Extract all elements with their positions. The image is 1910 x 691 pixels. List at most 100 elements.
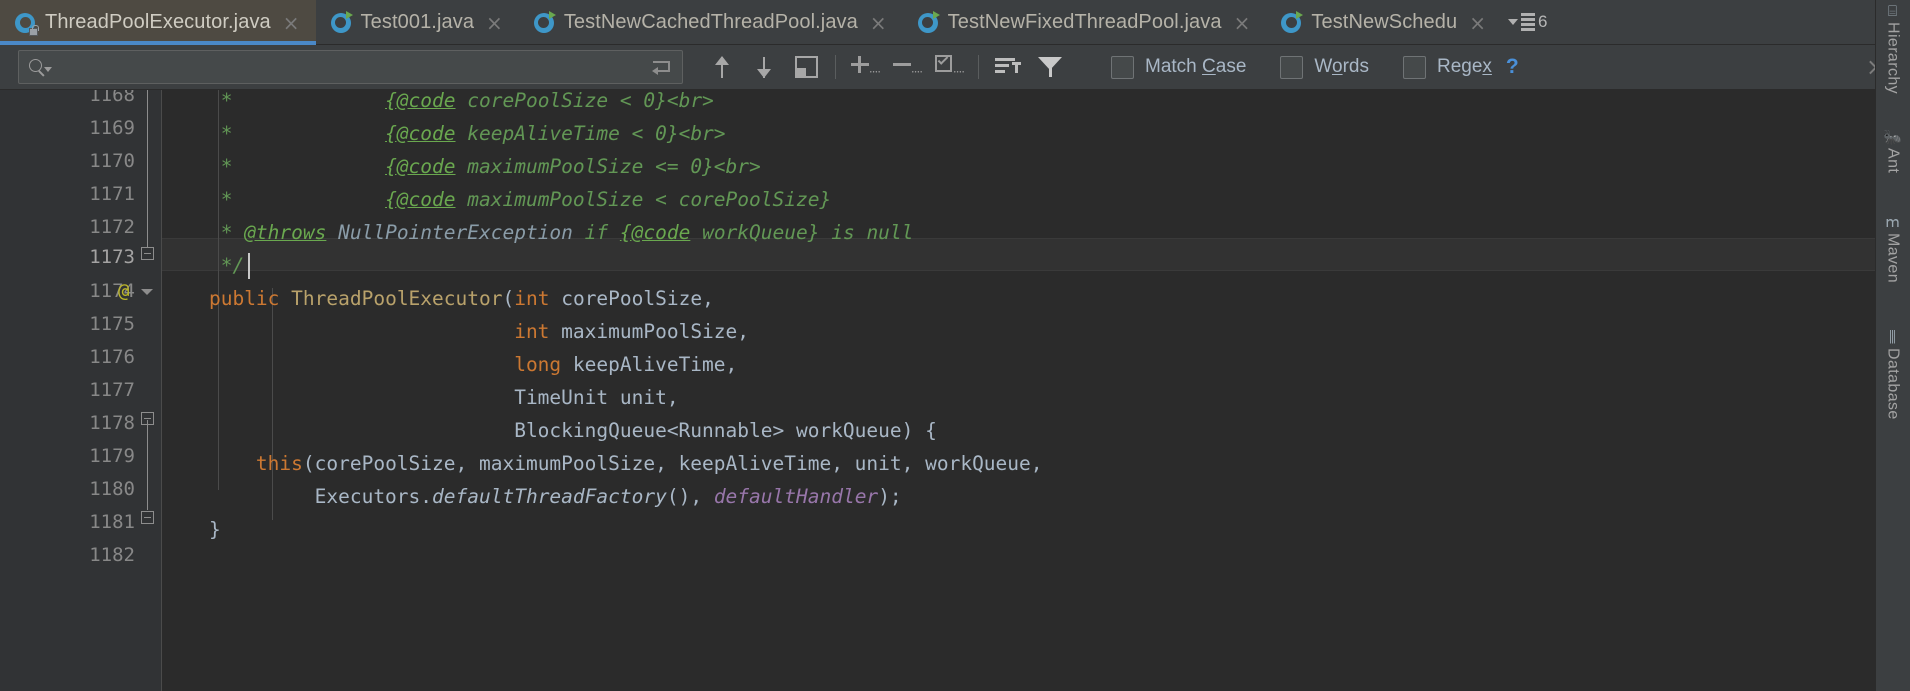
tool-window-database[interactable]: ⫼ Database <box>1875 330 1910 420</box>
editor-gutter[interactable]: 1168 1169 1170 1171 1172 1173 1174 1175 … <box>0 90 162 691</box>
annotation-gutter-mark[interactable]: @ <box>118 280 129 302</box>
match-case-label: Match Case <box>1145 56 1247 77</box>
tool-window-maven[interactable]: ⅿ Maven <box>1875 215 1910 283</box>
tab-close-button[interactable]: × <box>1466 13 1489 33</box>
arrow-down-icon <box>754 55 774 79</box>
checkbox-box[interactable] <box>1402 55 1426 79</box>
tab-label: TestNewFixedThreadPool.java <box>947 11 1222 33</box>
toolbar-divider <box>978 55 979 79</box>
tool-window-hierarchy[interactable]: ⌸ Hierarchy <box>1875 4 1910 94</box>
line-number: 1177 <box>89 379 135 401</box>
regex-checkbox[interactable]: Regex <box>1402 55 1492 79</box>
java-class-runnable-icon <box>1280 10 1304 34</box>
match-case-checkbox[interactable]: Match Case <box>1111 55 1247 79</box>
fold-collapse-javadoc[interactable] <box>141 247 154 260</box>
tab-close-button[interactable]: × <box>867 13 890 33</box>
help-icon[interactable]: ? <box>1506 55 1519 79</box>
line-number: 1182 <box>89 544 135 566</box>
code-line-1175: int maximumPoolSize, <box>514 320 750 343</box>
hierarchy-icon: ⌸ <box>1887 3 1897 20</box>
tool-window-label: Maven <box>1884 233 1902 284</box>
line-number: 1178 <box>89 412 135 434</box>
editor-tab-threadpoolexecutor[interactable]: ThreadPoolExecutor.java × <box>0 0 316 45</box>
add-occurrence-button[interactable]: ᠁ <box>844 48 886 86</box>
tab-overflow-count: 6 <box>1537 12 1548 31</box>
database-icon: ⫼ <box>1889 329 1896 346</box>
regex-label: Regex <box>1436 56 1492 77</box>
code-line-1181: } <box>162 518 221 541</box>
code-line-1179: this(corePoolSize, maximumPoolSize, keep… <box>255 452 1043 475</box>
minus-subscript-icon: ᠁ <box>892 54 923 80</box>
filter-button[interactable] <box>1029 48 1071 86</box>
tool-window-label: Database <box>1884 348 1902 420</box>
editor-tab-testnewscheduled[interactable]: TestNewSchedu × <box>1266 0 1502 45</box>
words-label: Words <box>1314 56 1369 77</box>
select-all-occurrences-button[interactable]: ᠁ <box>928 48 970 86</box>
tab-list-icon <box>1520 13 1535 31</box>
search-field-wrapper[interactable] <box>18 50 683 84</box>
line-number: 1175 <box>89 313 135 335</box>
arrow-up-icon <box>712 55 732 79</box>
tab-close-button[interactable]: × <box>280 13 303 33</box>
java-class-runnable-icon <box>917 10 940 34</box>
line-number: 1170 <box>89 150 135 172</box>
line-number: 1168 <box>89 90 135 106</box>
tool-window-label: Hierarchy <box>1884 22 1902 95</box>
code-line-1176: long keepAliveTime, <box>514 353 738 376</box>
checkbox-subscript-icon: ᠁ <box>934 54 965 80</box>
find-toolbar: ᠁ ᠁ ᠁ Match Case Words Regex ? × <box>0 45 1910 90</box>
code-line-1172: * @throws NullPointerException if {@code… <box>162 221 914 244</box>
tab-overflow-dropdown[interactable]: 6 <box>1504 0 1553 44</box>
code-editor[interactable]: 1168 1169 1170 1171 1172 1173 1174 1175 … <box>0 90 1875 691</box>
editor-tab-test001[interactable]: Test001.java × <box>316 0 519 45</box>
fold-collapse-method-end[interactable] <box>141 511 154 524</box>
checkbox-box[interactable] <box>1280 55 1304 79</box>
find-next-button[interactable] <box>743 48 785 86</box>
code-line-1177: TimeUnit unit, <box>162 386 679 409</box>
toggle-multiline-icon[interactable] <box>650 56 676 78</box>
code-line-1171: * {@code maximumPoolSize < corePoolSize} <box>162 188 832 211</box>
tool-window-ant[interactable]: 🐜 Ant <box>1875 130 1910 173</box>
line-number: 1181 <box>89 511 135 533</box>
tab-label: Test001.java <box>360 11 475 33</box>
checkbox-box[interactable] <box>1111 55 1134 79</box>
tab-label: ThreadPoolExecutor.java <box>45 11 271 33</box>
line-number: 1176 <box>89 346 135 368</box>
maven-icon: ⅿ <box>1885 214 1900 231</box>
editor-tab-bar: ThreadPoolExecutor.java × Test001.java ×… <box>0 0 1910 45</box>
fold-tip-method-start <box>141 289 153 295</box>
fold-region-line <box>147 90 148 252</box>
code-line-1169: * {@code keepAliveTime < 0}<br> <box>162 122 726 145</box>
search-input[interactable] <box>46 52 650 82</box>
tool-window-label: Ant <box>1884 148 1902 174</box>
select-all-icon <box>794 56 818 78</box>
editor-tab-testnewfixedthreadpool[interactable]: TestNewFixedThreadPool.java × <box>903 0 1267 45</box>
search-icon[interactable] <box>29 58 52 76</box>
words-checkbox[interactable]: Words <box>1280 55 1369 79</box>
tab-close-button[interactable]: × <box>483 13 506 33</box>
code-line-1170: * {@code maximumPoolSize <= 0}<br> <box>162 155 761 178</box>
tab-close-button[interactable]: × <box>1231 13 1254 33</box>
line-number: 1179 <box>89 445 135 467</box>
toggle-results-button[interactable] <box>987 48 1029 86</box>
find-previous-button[interactable] <box>701 48 743 86</box>
select-all-button[interactable] <box>785 48 827 86</box>
line-number-current: 1173 <box>89 246 135 268</box>
tab-label: TestNewCachedThreadPool.java <box>563 11 858 33</box>
editor-tab-testnewcachedthreadpool[interactable]: TestNewCachedThreadPool.java × <box>519 0 903 45</box>
list-sort-icon <box>995 56 1021 78</box>
code-line-1168: * {@code corePoolSize < 0}<br> <box>162 90 714 112</box>
tab-label: TestNewSchedu <box>1311 11 1458 33</box>
chevron-down-icon <box>1507 19 1518 25</box>
plus-subscript-icon: ᠁ <box>850 54 881 80</box>
right-tool-window-stripe: ⌸ Hierarchy 🐜 Ant ⅿ Maven ⫼ Database <box>1875 0 1910 691</box>
java-class-readonly-icon <box>14 12 39 36</box>
ant-icon: 🐜 <box>1883 129 1902 146</box>
code-text-area[interactable]: * {@code corePoolSize < 0}<br> * {@code … <box>162 90 1875 691</box>
code-line-1180: Executors.defaultThreadFactory(), defaul… <box>162 485 902 508</box>
line-number: 1172 <box>89 216 135 238</box>
text-caret <box>248 253 250 279</box>
funnel-filter-icon <box>1038 55 1062 79</box>
remove-occurrence-button[interactable]: ᠁ <box>886 48 928 86</box>
code-line-1173: */ <box>162 254 245 277</box>
